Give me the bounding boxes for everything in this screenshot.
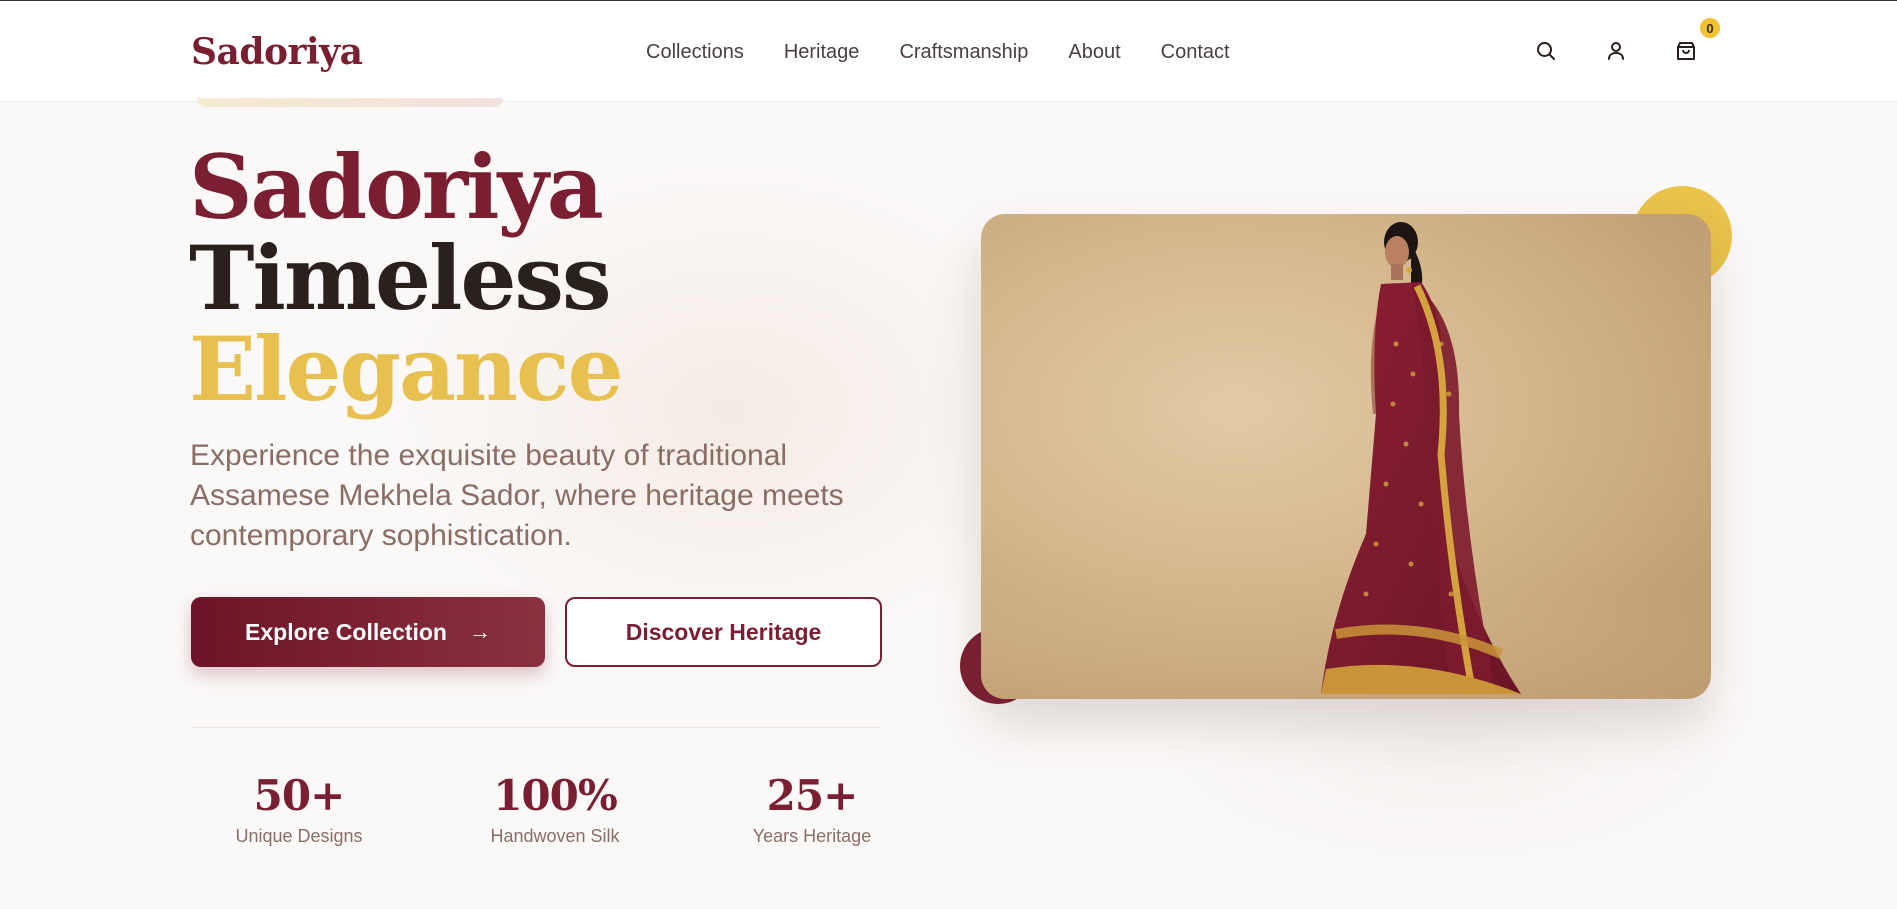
stat-value: 100% — [493, 771, 618, 820]
model-illustration — [981, 222, 1711, 699]
hero-model-image — [981, 214, 1711, 699]
stat-handwoven-silk: 100% Handwoven Silk — [445, 772, 665, 847]
logo-accent-bar — [197, 98, 503, 107]
nav-item-about[interactable]: About — [1068, 41, 1120, 64]
cart-count-badge: 0 — [1700, 18, 1720, 38]
site-header: Sadoriya Collections Heritage Craftsmans… — [0, 1, 1897, 102]
stats-divider — [191, 727, 881, 728]
stat-years-heritage: 25+ Years Heritage — [702, 772, 922, 847]
stat-label: Years Heritage — [752, 826, 872, 846]
explore-collection-label: Explore Collection — [245, 618, 447, 645]
stat-value: 50+ — [253, 771, 346, 820]
nav-item-craftsmanship[interactable]: Craftsmanship — [899, 41, 1028, 64]
stat-unique-designs: 50+ Unique Designs — [189, 772, 409, 847]
main-nav: Collections Heritage Craftsmanship About… — [646, 41, 1230, 64]
shopping-bag-icon[interactable] — [1674, 39, 1698, 63]
search-icon[interactable] — [1534, 39, 1558, 63]
explore-collection-button[interactable]: Explore Collection → — [191, 597, 545, 667]
discover-heritage-button[interactable]: Discover Heritage — [565, 597, 882, 667]
hero-title-line-1: Sadoriya — [189, 135, 604, 239]
stat-label: Handwoven Silk — [490, 826, 620, 846]
nav-item-collections[interactable]: Collections — [646, 41, 744, 64]
arrow-right-icon: → — [468, 619, 491, 644]
stat-label: Unique Designs — [235, 826, 363, 846]
stat-value: 25+ — [766, 771, 859, 820]
hero-description: Experience the exquisite beauty of tradi… — [190, 439, 844, 552]
nav-item-contact[interactable]: Contact — [1161, 41, 1230, 64]
nav-item-heritage[interactable]: Heritage — [784, 41, 860, 64]
brand-logo[interactable]: Sadoriya — [191, 31, 363, 73]
user-icon[interactable] — [1604, 39, 1628, 63]
hero-title-line-3: Elegance — [189, 317, 624, 421]
hero-title-line-2: Timeless — [189, 226, 612, 330]
